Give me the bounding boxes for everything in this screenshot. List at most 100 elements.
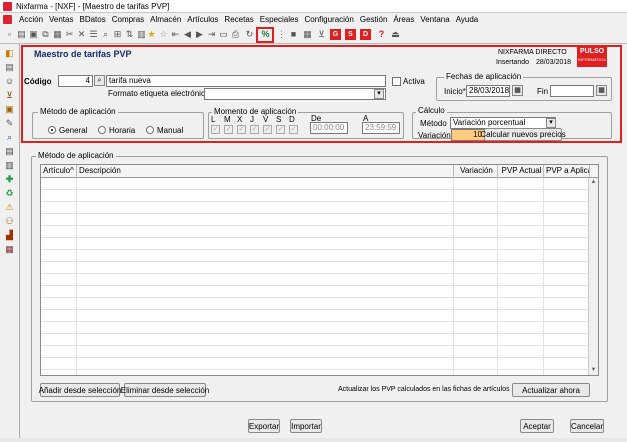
table-cell[interactable] [544, 226, 590, 238]
g-icon[interactable]: G [330, 29, 341, 40]
articles-table[interactable]: Artículo^ Descripción Variación PVP Actual P… [40, 164, 599, 376]
next-record-icon[interactable]: ▶ [194, 29, 205, 40]
table-cell[interactable] [454, 358, 498, 370]
table-cell[interactable] [41, 286, 77, 298]
table-cell[interactable] [454, 310, 498, 322]
exit-icon[interactable]: ⏏ [390, 29, 401, 40]
sort-icon[interactable]: ⇅ [124, 29, 135, 40]
table-cell[interactable] [41, 274, 77, 286]
box-icon[interactable]: ▣ [4, 104, 15, 115]
table-cell[interactable] [498, 214, 544, 226]
paste-icon[interactable]: ▦ [52, 29, 63, 40]
table-cell[interactable] [41, 322, 77, 334]
table-cell[interactable] [544, 238, 590, 250]
menu-ventas[interactable]: Ventas [46, 15, 76, 24]
table-cell[interactable] [77, 310, 454, 322]
table-cell[interactable] [41, 226, 77, 238]
table-cell[interactable] [544, 298, 590, 310]
table-cell[interactable] [544, 274, 590, 286]
menu-areas[interactable]: Áreas [390, 15, 417, 24]
scroll-up-icon[interactable]: ▲ [589, 178, 598, 187]
table-cell[interactable] [41, 238, 77, 250]
table-cell[interactable] [77, 226, 454, 238]
table-cell[interactable] [454, 190, 498, 202]
exportar-button[interactable]: Exportar [248, 419, 280, 433]
menu-ayuda[interactable]: Ayuda [453, 15, 482, 24]
menu-compras[interactable]: Compras [109, 15, 147, 24]
table-row[interactable] [41, 226, 590, 238]
new-icon[interactable]: ▫ [4, 29, 15, 40]
table-cell[interactable] [77, 358, 454, 370]
table-cell[interactable] [41, 214, 77, 226]
warning-icon[interactable]: ⚠ [4, 202, 15, 213]
column-header-3[interactable]: PVP Actual [498, 165, 544, 178]
table-row[interactable] [41, 214, 590, 226]
table-cell[interactable] [77, 214, 454, 226]
table-cell[interactable] [454, 238, 498, 250]
list-icon[interactable]: ☰ [88, 29, 99, 40]
table-cell[interactable] [77, 190, 454, 202]
table-cell[interactable] [544, 214, 590, 226]
column-header-0[interactable]: Artículo^ [41, 165, 77, 178]
table-cell[interactable] [498, 322, 544, 334]
copy-icon[interactable]: ⧉ [40, 29, 51, 40]
table-cell[interactable] [544, 262, 590, 274]
table-cell[interactable] [41, 298, 77, 310]
cart-icon[interactable]: ⊻ [316, 29, 327, 40]
star-outline-icon[interactable]: ☆ [158, 29, 169, 40]
table-cell[interactable] [498, 250, 544, 262]
table-cell[interactable] [77, 346, 454, 358]
print-icon[interactable]: ⎙ [230, 29, 241, 40]
search-side-icon[interactable]: ⌕ [4, 132, 15, 143]
table-cell[interactable] [77, 334, 454, 346]
column-header-1[interactable]: Descripción [77, 165, 454, 178]
column-header-2[interactable]: Variación [454, 165, 498, 178]
cart-side-icon[interactable]: ⊻ [4, 90, 15, 101]
table-cell[interactable] [77, 238, 454, 250]
table-cell[interactable] [77, 322, 454, 334]
table-cell[interactable] [544, 334, 590, 346]
stats-icon[interactable]: ▟ [4, 230, 15, 241]
table-cell[interactable] [77, 202, 454, 214]
table-cell[interactable] [77, 178, 454, 190]
table-row[interactable] [41, 286, 590, 298]
table-cell[interactable] [41, 346, 77, 358]
table-row[interactable] [41, 262, 590, 274]
table-cell[interactable] [454, 274, 498, 286]
table-cell[interactable] [41, 190, 77, 202]
table-row[interactable] [41, 202, 590, 214]
table-row[interactable] [41, 250, 590, 262]
table-cell[interactable] [498, 190, 544, 202]
menu-bdatos[interactable]: BDatos [76, 15, 108, 24]
table-cell[interactable] [544, 250, 590, 262]
menu-gestion[interactable]: Gestión [357, 15, 391, 24]
table-cell[interactable] [454, 322, 498, 334]
table-row[interactable] [41, 178, 590, 190]
table-cell[interactable] [454, 334, 498, 346]
menu-configuracion[interactable]: Configuración [301, 15, 356, 24]
table-cell[interactable] [41, 370, 77, 375]
table-cell[interactable] [454, 370, 498, 375]
table-row[interactable] [41, 310, 590, 322]
table-row[interactable] [41, 190, 590, 202]
table-row[interactable] [41, 346, 590, 358]
table-cell[interactable] [498, 286, 544, 298]
table-row[interactable] [41, 298, 590, 310]
table-cell[interactable] [498, 346, 544, 358]
table-cell[interactable] [41, 334, 77, 346]
scroll-down-icon[interactable]: ▼ [589, 366, 598, 375]
table-cell[interactable] [454, 298, 498, 310]
table-row[interactable] [41, 334, 590, 346]
table-cell[interactable] [498, 370, 544, 375]
table-cell[interactable] [498, 202, 544, 214]
menu-articulos[interactable]: Artículos [184, 15, 221, 24]
table-cell[interactable] [41, 262, 77, 274]
help-icon[interactable]: ? [376, 29, 387, 40]
table-cell[interactable] [544, 202, 590, 214]
table-cell[interactable] [498, 358, 544, 370]
table-cell[interactable] [498, 298, 544, 310]
table-cell[interactable] [544, 190, 590, 202]
remove-from-selection-button[interactable]: Eliminar desde selección [121, 383, 209, 397]
menu-almacen[interactable]: Almacén [147, 15, 184, 24]
table-cell[interactable] [498, 262, 544, 274]
